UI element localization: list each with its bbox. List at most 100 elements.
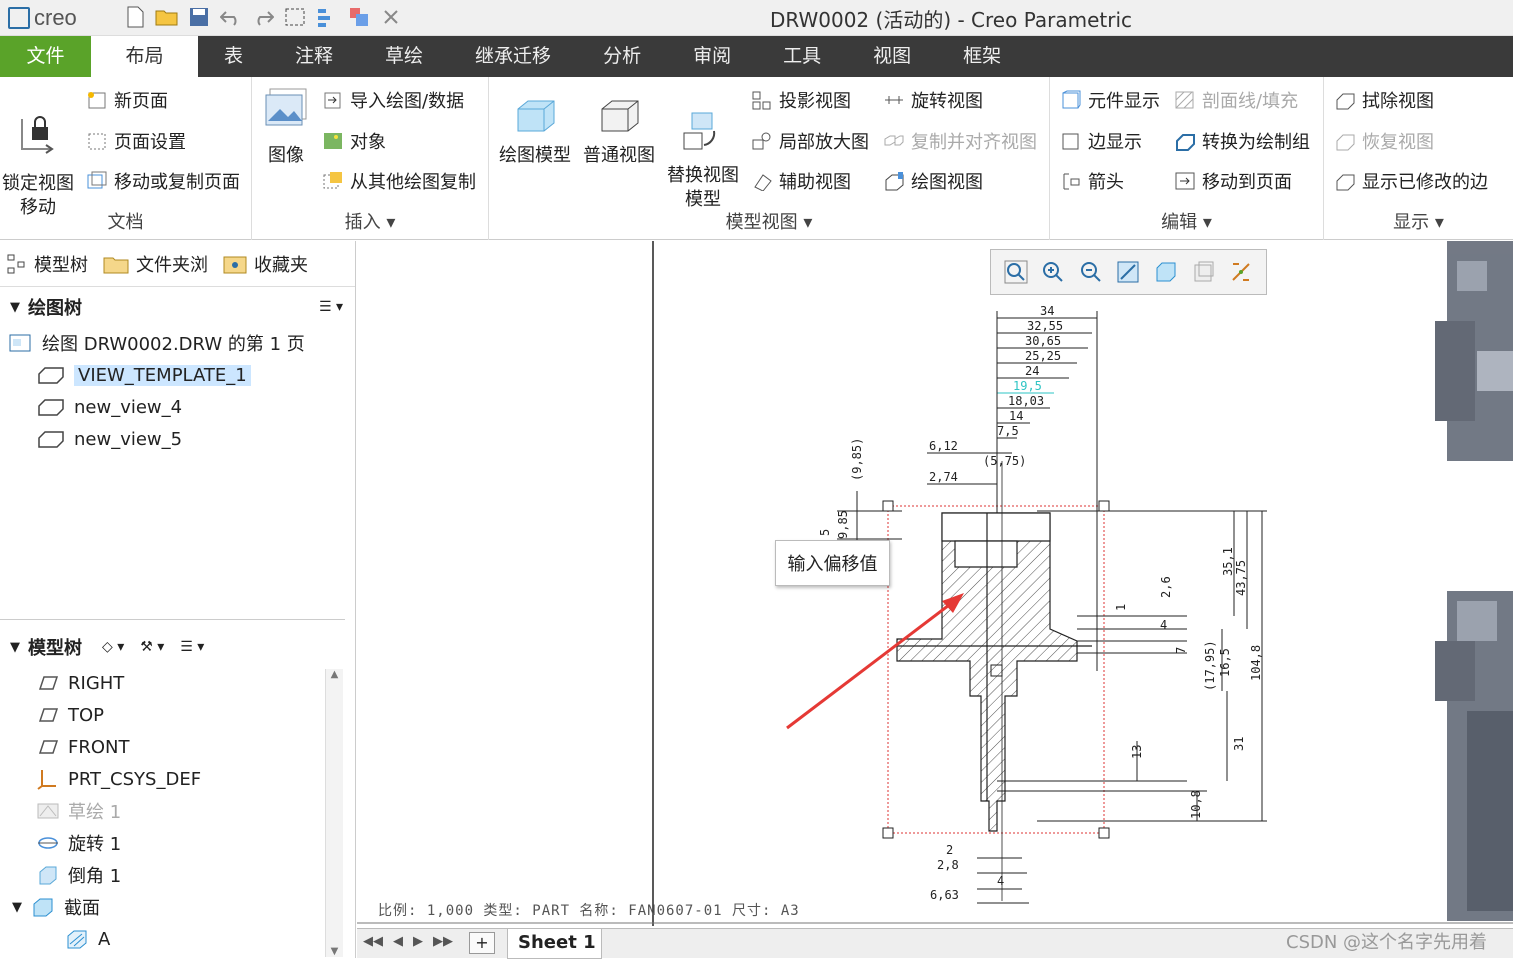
regenerate-icon[interactable] [314,4,340,30]
tab-analysis[interactable]: 分析 [577,36,667,77]
revolve-icon [38,837,58,849]
dim-text: 104,8 [1249,645,1263,681]
last-sheet-icon[interactable]: ▶▶ [433,934,453,949]
object-button[interactable]: 对象 [322,128,386,154]
tree-item-view[interactable]: VIEW_TEMPLATE_1 [8,359,355,391]
image-button[interactable]: 图像 [260,85,312,168]
auxiliary-view-button[interactable]: 辅助视图 [751,168,851,194]
copy-align-view-button[interactable]: 复制并对齐视图 [883,128,1037,154]
new-file-icon[interactable] [122,4,148,30]
model-display-icon[interactable]: ◇ ▾ [102,639,124,655]
tree-item-datum-plane[interactable]: FRONT [36,731,345,763]
view-icon [38,367,64,384]
drawing-canvas[interactable]: 34 32,55 30,65 25,25 24 19,5 18,03 14 7,… [357,241,1513,931]
tree-item-chamfer[interactable]: 倒角 1 [36,859,345,891]
save-icon[interactable] [186,4,212,30]
datum-display-icon[interactable] [1229,260,1253,284]
tree-item-datum-plane[interactable]: TOP [36,699,345,731]
erase-view-button[interactable]: 拭除视图 [1334,87,1434,113]
scroll-up-icon[interactable]: ▲ [326,669,343,680]
add-sheet-button[interactable]: + [469,932,495,954]
arrow-button[interactable]: 箭头 [1060,168,1124,194]
show-modified-edges-button[interactable]: 显示已修改的边 [1334,168,1488,194]
component-display-button[interactable]: 元件显示 [1060,87,1160,113]
group-label-display[interactable]: 显示 ▾ [1324,208,1513,234]
tree-item-section-a[interactable]: A [36,923,345,955]
component-display-icon [1062,90,1081,109]
lock-icon [21,116,54,154]
tab-file[interactable]: 文件 [0,36,91,77]
tree-settings-icon[interactable]: ☰ ▾ [180,639,204,655]
tree-item-view[interactable]: new_view_4 [8,391,355,423]
first-sheet-icon[interactable]: ◀◀ [363,934,383,949]
move-to-page-button[interactable]: 移动到页面 [1174,168,1292,194]
zoom-out-icon[interactable] [1079,260,1103,284]
scroll-down-icon[interactable]: ▼ [326,946,343,957]
zoom-in-icon[interactable] [1041,260,1065,284]
next-sheet-icon[interactable]: ▶ [413,934,423,949]
panel-divider[interactable] [0,619,345,620]
import-drawing-data-button[interactable]: 导入绘图/数据 [322,87,464,113]
model-tree-scrollbar[interactable]: ▲ ▼ [325,669,343,957]
tree-item-view[interactable]: new_view_5 [8,423,355,455]
revolved-view-button[interactable]: 旋转视图 [883,87,983,113]
group-label-model-views[interactable]: 模型视图 ▾ [489,208,1049,234]
tree-item-datum-plane[interactable]: RIGHT [36,667,345,699]
convert-to-draft-group-button[interactable]: 转换为绘制组 [1174,128,1310,154]
tab-table[interactable]: 表 [198,36,269,77]
drawing-view-button[interactable]: 绘图视图 [883,168,983,194]
display-style-icon[interactable] [1154,260,1178,284]
collapse-icon[interactable]: ▼ [10,300,20,315]
drawing-model-button[interactable]: 绘图模型 [495,95,575,168]
move-copy-page-button[interactable]: 移动或复制页面 [86,168,240,194]
object-icon [324,133,342,149]
tree-item-csys[interactable]: PRT_CSYS_DEF [36,763,345,795]
tab-tools[interactable]: 工具 [757,36,847,77]
dim-text: 2,8 [937,858,959,872]
undo-icon[interactable] [218,4,244,30]
general-view-button[interactable]: 普通视图 [579,95,659,168]
dim-text: 9,85 [836,510,850,539]
tree-settings-icon[interactable]: ☰ ▾ [319,299,343,315]
windows-icon[interactable] [346,4,372,30]
group-label-edit[interactable]: 编辑 ▾ [1050,208,1323,234]
hatch-fill-button[interactable]: 剖面线/填充 [1174,87,1298,113]
detail-view-button[interactable]: 局部放大图 [751,128,869,154]
panel-tab-model-tree[interactable]: 模型树 [6,251,88,277]
tab-view[interactable]: 视图 [847,36,937,77]
tab-annotate[interactable]: 注释 [269,36,359,77]
tab-layout[interactable]: 布局 [91,36,198,77]
panel-tab-folder-browser[interactable]: 文件夹浏 [102,251,208,277]
tab-legacy-migration[interactable]: 继承迁移 [449,36,577,77]
repaint-icon[interactable] [1116,260,1140,284]
saved-views-icon[interactable] [1192,260,1216,284]
sheet-navigation: ◀◀ ◀ ▶ ▶▶ [363,934,453,949]
select-box-icon[interactable] [282,4,308,30]
refit-icon[interactable] [1004,260,1028,284]
open-folder-icon[interactable] [154,4,180,30]
edge-display-button[interactable]: 边显示 [1060,128,1142,154]
tree-item-sketch[interactable]: 草绘 1 [36,795,345,827]
copy-from-drawing-button[interactable]: 从其他绘图复制 [322,168,476,194]
tab-sketch[interactable]: 草绘 [359,36,449,77]
page-setup-button[interactable]: 页面设置 [86,128,186,154]
restore-view-button[interactable]: 恢复视图 [1334,128,1434,154]
tree-item-revolve[interactable]: 旋转 1 [36,827,345,859]
tab-review[interactable]: 审阅 [667,36,757,77]
import-icon [324,92,341,109]
panel-tab-favorites[interactable]: 收藏夹 [222,251,308,277]
collapse-icon[interactable]: ▼ [10,640,20,655]
close-window-icon[interactable] [378,4,404,30]
tab-framework[interactable]: 框架 [937,36,1027,77]
previous-sheet-icon[interactable]: ◀ [393,934,403,949]
new-page-button[interactable]: 新页面 [86,87,168,113]
tools-icon[interactable]: ⚒ ▾ [140,639,164,655]
tree-item-section[interactable]: ▼ 截面 [12,891,345,923]
projection-view-button[interactable]: 投影视图 [751,87,851,113]
drawing-tree-root[interactable]: 绘图 DRW0002.DRW 的第 1 页 [8,327,355,359]
group-label-insert[interactable]: 插入 ▾ [252,208,488,234]
group-model-views: 绘图模型 普通视图 替换视图 模型 投影视图 局部放大图 辅助视图 旋转视图 复… [489,77,1050,240]
redo-icon[interactable] [250,4,276,30]
collapse-icon[interactable]: ▼ [12,900,22,915]
ribbon-tabs: 文件 布局 表 注释 草绘 继承迁移 分析 审阅 工具 视图 框架 [0,36,1513,77]
